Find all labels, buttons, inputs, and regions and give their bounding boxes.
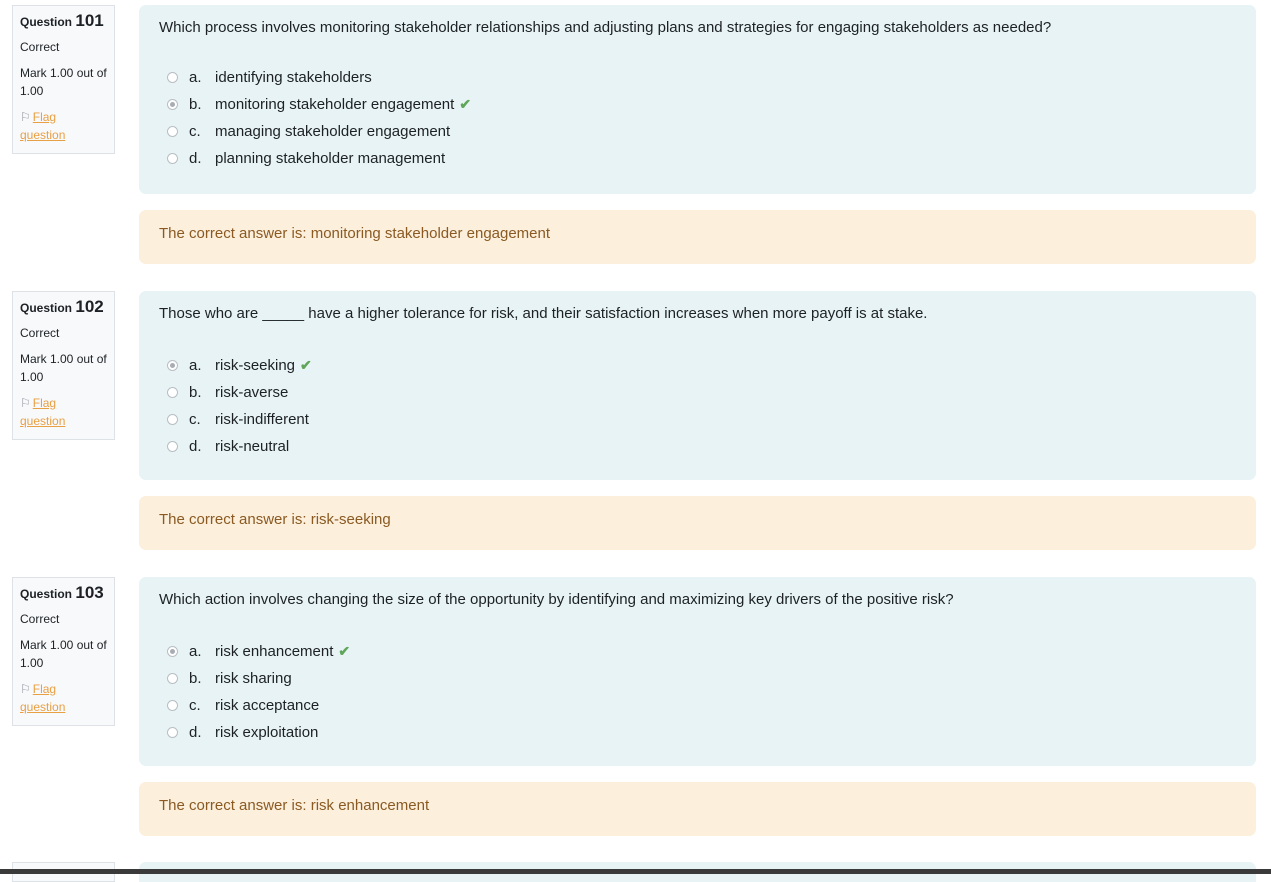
answer-option-d[interactable]: d. risk exploitation <box>159 719 1236 746</box>
question-grade: Mark 1.00 out of 1.00 <box>20 638 107 670</box>
answer-option-a[interactable]: a. risk-seeking ✔ <box>159 352 1236 379</box>
question-info: Question 103 Correct Mark 1.00 out of 1.… <box>12 577 115 726</box>
flag-question-link[interactable]: ⚐ Flag question <box>20 680 107 716</box>
check-icon: ✔ <box>300 357 312 373</box>
answer-option-a[interactable]: a. risk enhancement ✔ <box>159 638 1236 665</box>
question-state: Correct <box>20 40 60 54</box>
answer-text: managing stakeholder engagement <box>215 123 451 140</box>
question-number: 102 <box>75 297 104 316</box>
question-number: 101 <box>75 11 104 30</box>
question-title: Question 101 <box>20 11 104 30</box>
question-state: Correct <box>20 612 60 626</box>
flag-question-link[interactable]: ⚐ Flag question <box>20 108 107 144</box>
radio-button-selected[interactable] <box>167 360 178 371</box>
question-text: Which process involves monitoring stakeh… <box>159 19 1052 36</box>
question-text: Those who are _____ have a higher tolera… <box>159 305 928 322</box>
answer-text: risk-neutral <box>215 438 290 455</box>
question-grade: Mark 1.00 out of 1.00 <box>20 352 107 384</box>
answer-option-d[interactable]: d. planning stakeholder management <box>159 145 1236 172</box>
question-text: Which action involves changing the size … <box>159 591 954 608</box>
check-icon: ✔ <box>459 96 472 112</box>
answer-option-c[interactable]: c. risk acceptance <box>159 692 1236 719</box>
answer-option-b[interactable]: b. monitoring stakeholder engagement ✔ <box>159 91 1236 118</box>
flag-outline-icon: ⚐ <box>20 110 31 124</box>
answer-list: a. identifying stakeholders b. monitoring … <box>159 64 1236 172</box>
radio-button[interactable] <box>167 441 178 452</box>
question-state: Correct <box>20 326 60 340</box>
answer-text: risk-averse <box>215 384 289 401</box>
question-formulation: Which process involves monitoring stakeh… <box>139 5 1256 194</box>
answer-option-c[interactable]: c. risk-indifferent <box>159 406 1236 433</box>
radio-button[interactable] <box>167 387 178 398</box>
answer-option-b[interactable]: b. risk sharing <box>159 665 1236 692</box>
radio-button-selected[interactable] <box>167 99 178 110</box>
answer-list: a. risk enhancement ✔ b. risk sharing c. ris… <box>159 638 1236 746</box>
question-info: Question 102 Correct Mark 1.00 out of 1.… <box>12 291 115 440</box>
flag-outline-icon: ⚐ <box>20 682 31 696</box>
question-formulation: Which action involves changing the size … <box>139 577 1256 766</box>
answer-text: risk enhancement ✔ <box>215 643 351 660</box>
question-formulation: Those who are _____ have a higher tolera… <box>139 291 1256 480</box>
radio-button-selected[interactable] <box>167 646 178 657</box>
question-103: Question 103 Correct Mark 1.00 out of 1.… <box>0 572 1271 858</box>
answer-option-c[interactable]: c. managing stakeholder engagement <box>159 118 1236 145</box>
answer-text: risk acceptance <box>215 697 320 714</box>
question-number: 103 <box>75 583 104 602</box>
radio-button[interactable] <box>167 414 178 425</box>
answer-text: identifying stakeholders <box>215 69 372 86</box>
question-title: Question 103 <box>20 583 104 602</box>
answer-list: a. risk-seeking ✔ b. risk-averse c. risk-ind… <box>159 352 1236 460</box>
flag-outline-icon: ⚐ <box>20 396 31 410</box>
correct-answer-feedback: The correct answer is: risk-seeking <box>139 496 1256 550</box>
check-icon: ✔ <box>338 643 351 659</box>
question-grade: Mark 1.00 out of 1.00 <box>20 66 107 98</box>
flag-question-link[interactable]: ⚐ Flag question <box>20 394 107 430</box>
radio-button[interactable] <box>167 72 178 83</box>
question-102: Question 102 Correct Mark 1.00 out of 1.… <box>0 286 1271 572</box>
answer-text: risk sharing <box>215 670 292 687</box>
question-title: Question 102 <box>20 297 104 316</box>
answer-option-d[interactable]: d. risk-neutral <box>159 433 1236 460</box>
radio-button[interactable] <box>167 126 178 137</box>
correct-answer-feedback: The correct answer is: risk enhancement <box>139 782 1256 836</box>
answer-option-b[interactable]: b. risk-averse <box>159 379 1236 406</box>
answer-text: planning stakeholder management <box>215 150 446 167</box>
radio-button[interactable] <box>167 700 178 711</box>
answer-text: risk exploitation <box>215 724 319 741</box>
radio-button[interactable] <box>167 153 178 164</box>
radio-button[interactable] <box>167 727 178 738</box>
answer-text: risk-seeking ✔ <box>215 357 312 374</box>
bottom-bar <box>0 869 1271 874</box>
correct-answer-feedback: The correct answer is: monitoring stakeh… <box>139 210 1256 264</box>
answer-text: risk-indifferent <box>215 411 309 428</box>
question-info: Question 101 Correct Mark 1.00 out of 1.… <box>12 5 115 154</box>
answer-option-a[interactable]: a. identifying stakeholders <box>159 64 1236 91</box>
radio-button[interactable] <box>167 673 178 684</box>
answer-text: monitoring stakeholder engagement ✔ <box>215 96 472 113</box>
question-101: Question 101 Correct Mark 1.00 out of 1.… <box>0 0 1271 286</box>
